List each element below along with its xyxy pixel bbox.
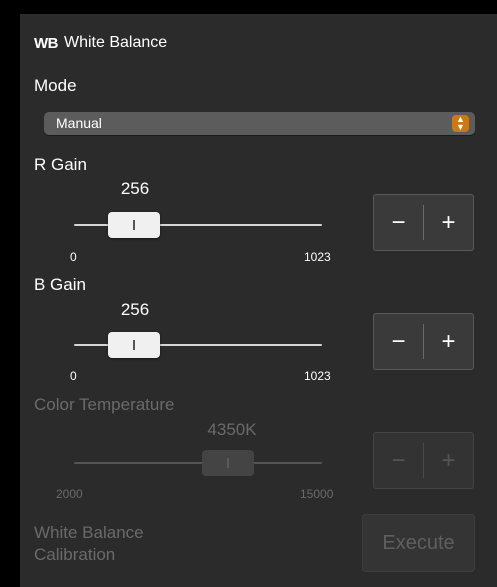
color-temperature-label: Color Temperature — [34, 395, 175, 414]
color-temperature-decrement-button[interactable]: − — [374, 433, 423, 488]
r-gain-max-label: 1023 — [304, 250, 331, 264]
b-gain-increment-button[interactable]: + — [424, 314, 473, 369]
panel-title: White Balance — [64, 34, 168, 51]
white-balance-panel: WB White Balance Mode Manual ▲ ▼ R Gain 2… — [20, 14, 497, 587]
mode-select[interactable]: Manual ▲ ▼ — [44, 112, 475, 135]
b-gain-label: B Gain — [34, 275, 86, 294]
r-gain-min-label: 0 — [70, 250, 77, 264]
mode-label: Mode — [34, 76, 77, 95]
b-gain-stepper: − + — [373, 313, 474, 370]
execute-button[interactable]: Execute — [362, 514, 475, 572]
color-temperature-slider-track[interactable] — [74, 462, 322, 464]
b-gain-max-label: 1023 — [304, 369, 331, 383]
panel-header: WB White Balance — [34, 34, 167, 52]
b-gain-min-label: 0 — [70, 369, 77, 383]
mode-select-value: Manual — [56, 115, 102, 131]
r-gain-increment-button[interactable]: + — [424, 195, 473, 250]
r-gain-stepper: − + — [373, 194, 474, 251]
white-balance-calibration-label: White Balance Calibration — [34, 523, 144, 564]
up-down-chevron-icon: ▲ ▼ — [452, 115, 469, 132]
color-temperature-stepper: − + — [373, 432, 474, 489]
b-gain-decrement-button[interactable]: − — [374, 314, 423, 369]
color-temperature-increment-button[interactable]: + — [424, 433, 473, 488]
r-gain-slider-thumb[interactable] — [108, 212, 160, 238]
r-gain-decrement-button[interactable]: − — [374, 195, 423, 250]
r-gain-label: R Gain — [34, 155, 87, 174]
color-temperature-slider-thumb[interactable] — [202, 450, 254, 476]
color-temperature-value: 4350K — [207, 420, 257, 439]
b-gain-slider-thumb[interactable] — [108, 332, 160, 358]
white-balance-icon: WB — [34, 34, 59, 52]
color-temperature-max-label: 15000 — [300, 487, 334, 501]
color-temperature-min-label: 2000 — [56, 487, 83, 501]
r-gain-value: 256 — [120, 179, 150, 198]
b-gain-value: 256 — [120, 300, 150, 319]
